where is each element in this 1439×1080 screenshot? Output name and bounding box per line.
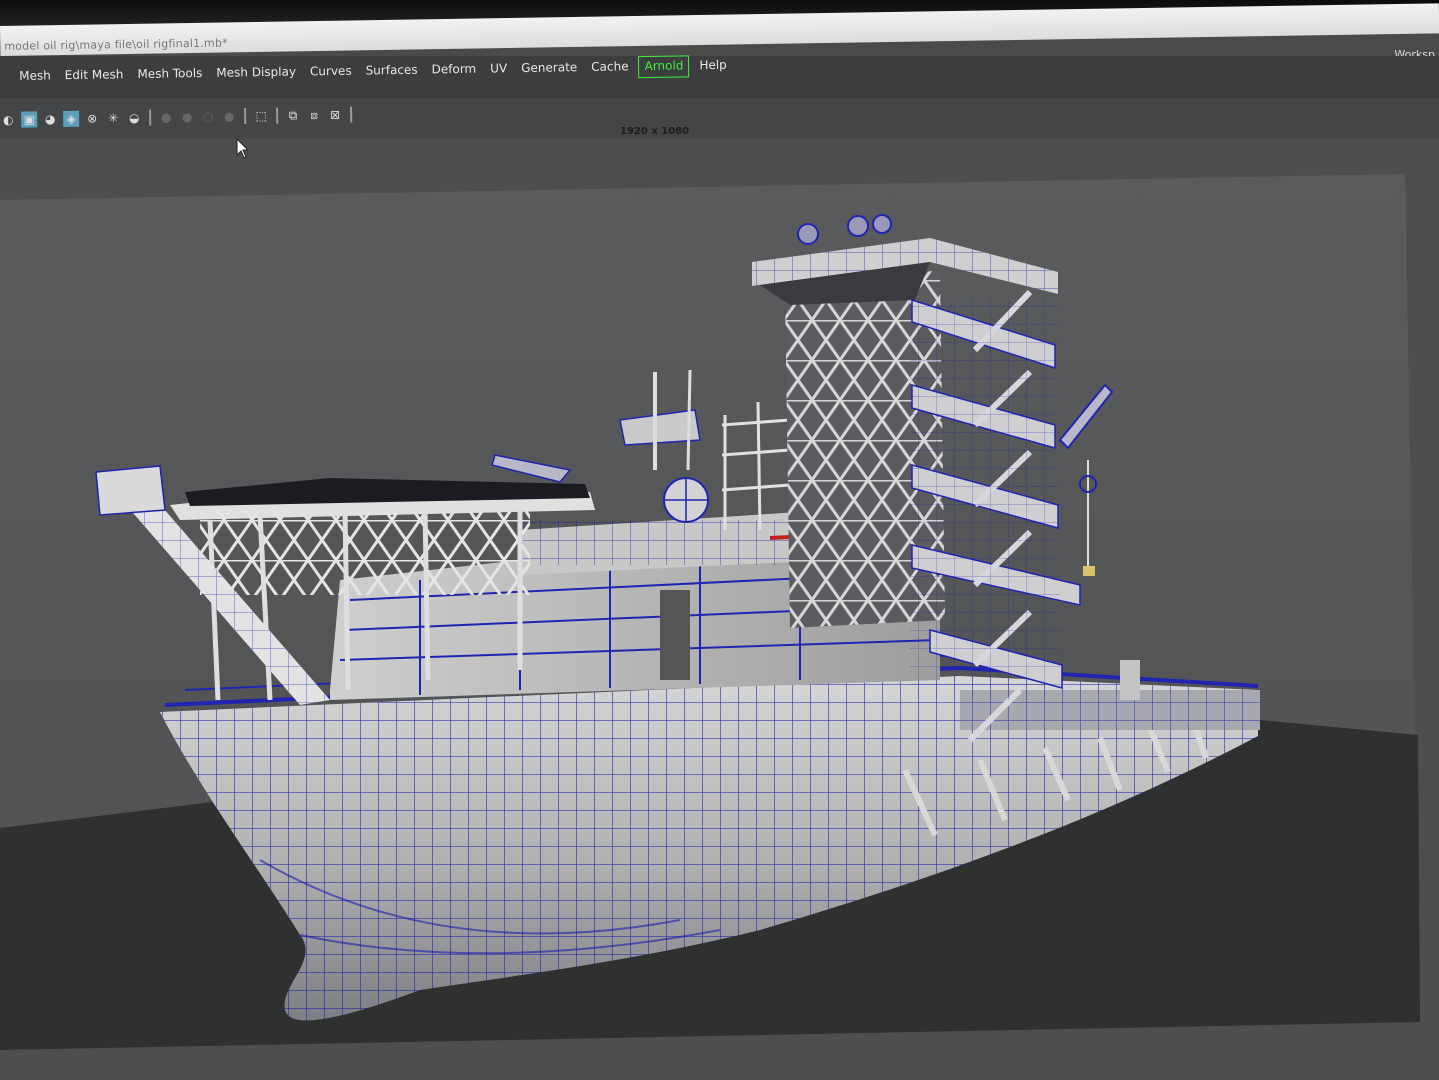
menu-deform[interactable]: Deform [424, 59, 483, 82]
menu-mesh[interactable]: Mesh [12, 65, 58, 88]
ssao-icon[interactable]: ● [158, 109, 174, 125]
shadow-icon[interactable]: ◒ [126, 110, 142, 126]
xray-joints-icon[interactable]: ⧈ [306, 107, 322, 123]
xray-icon[interactable]: ⧉ [285, 107, 301, 123]
viewport-panel[interactable] [0, 0, 1439, 1080]
wireframe-shaded-icon[interactable]: ⊗ [84, 110, 100, 126]
toolbar-separator [276, 107, 279, 124]
textured-icon[interactable]: ▣ [21, 111, 38, 128]
menu-edit-mesh[interactable]: Edit Mesh [58, 64, 131, 87]
toolbar-separator [350, 106, 353, 123]
active-select-icon[interactable]: ◈ [63, 110, 80, 128]
menu-curves[interactable]: Curves [303, 61, 359, 84]
menu-uv[interactable]: UV [483, 58, 514, 80]
monitor-screen: model oil rig\maya file\oil rigfinal1.mb… [0, 0, 1439, 1080]
menu-mesh-tools[interactable]: Mesh Tools [130, 63, 209, 86]
light-icon[interactable]: ✳ [105, 110, 121, 126]
toolbar-separator [244, 108, 247, 125]
menu-help[interactable]: Help [692, 55, 734, 78]
menu-surfaces[interactable]: Surfaces [358, 60, 424, 83]
mouse-cursor-icon [236, 138, 250, 159]
menu-generate[interactable]: Generate [514, 57, 584, 80]
antialias-icon[interactable]: ○ [200, 109, 216, 125]
resolution-gate-label: 1920 x 1080 [620, 126, 690, 137]
window-title: model oil rig\maya file\oil rigfinal1.mb… [4, 36, 228, 53]
grid-icon[interactable]: ⊠ [327, 107, 343, 123]
shading-mode-icon[interactable]: ◐ [0, 112, 16, 128]
menu-arnold[interactable]: Arnold [638, 55, 690, 79]
lighting-icon[interactable]: ◕ [42, 111, 58, 127]
isolate-select-icon[interactable]: ⬚ [253, 108, 269, 124]
menu-cache[interactable]: Cache [584, 56, 636, 79]
stair-tower [910, 289, 1081, 743]
toolbar-separator [149, 109, 152, 126]
motion-blur-icon[interactable]: ● [179, 109, 195, 125]
menu-mesh-display[interactable]: Mesh Display [209, 61, 303, 84]
dof-icon[interactable]: ● [221, 108, 237, 124]
